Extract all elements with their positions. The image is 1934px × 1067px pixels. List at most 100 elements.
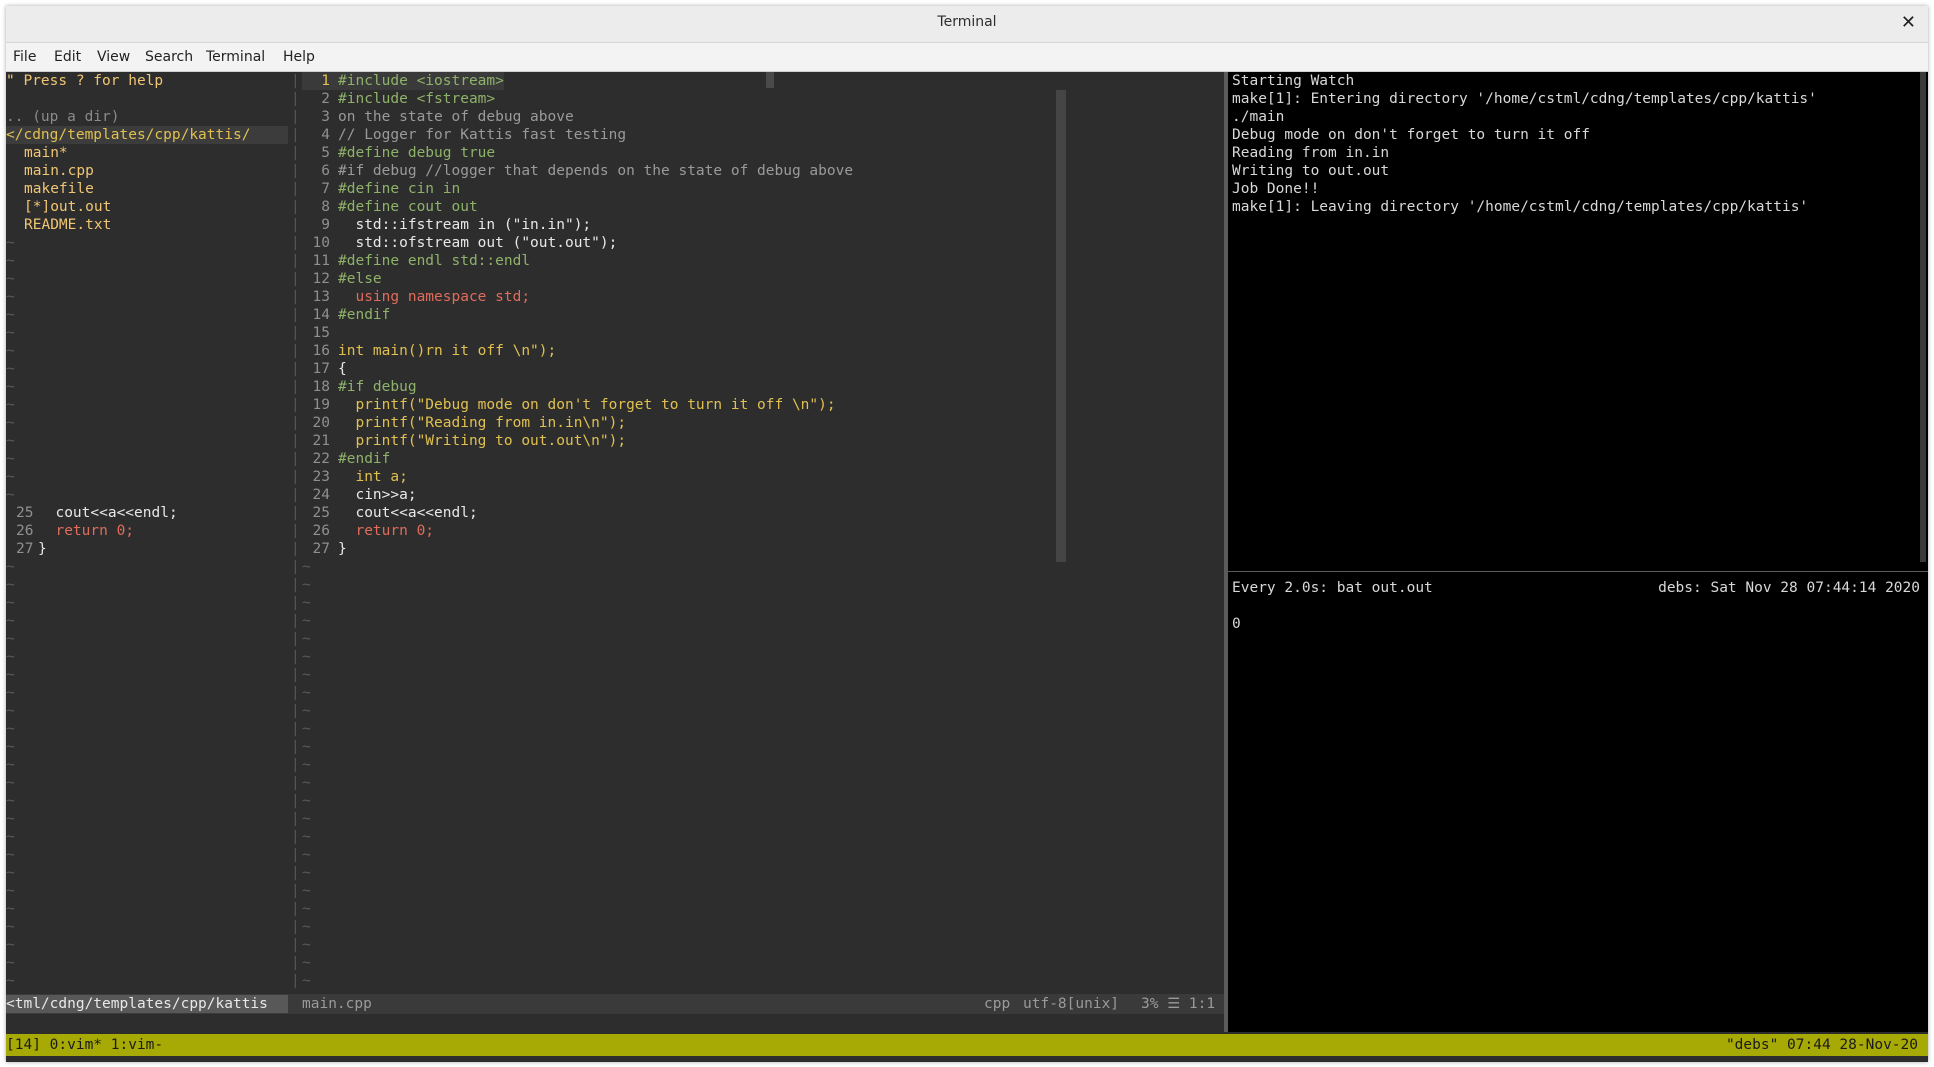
code-line[interactable]: 8 #define cout out [302,198,477,216]
code-line[interactable]: 2 #include <fstream> [302,90,495,108]
empty-line-marker: ~ [6,397,15,413]
title-bar[interactable]: Terminal ✕ [6,6,1928,43]
menu-view[interactable]: View [97,49,130,65]
code-line[interactable]: 1 #include <iostream> [302,72,504,90]
empty-line-marker: ~ [302,955,311,971]
code-line[interactable]: 17 { [302,360,347,378]
empty-line-marker: ~ [302,847,311,863]
menu-edit[interactable]: Edit [54,49,81,65]
code-text: printf("Debug mode on don't forget to tu… [338,397,836,413]
empty-line-marker: ~ [6,361,15,377]
empty-line-marker: ~ [302,811,311,827]
code-line[interactable]: 27} [302,540,347,558]
empty-line-marker: ~ [6,559,15,575]
code-line[interactable]: 25 cout<<a<<endl; [302,504,478,522]
line-number: 21 [312,433,330,449]
watch-scrollbar[interactable] [1920,72,1926,562]
code-line[interactable]: 10 std::ofstream out ("out.out"); [302,234,618,252]
separator-bar: | [291,325,300,341]
preview-line-27: 27} [16,541,47,557]
tree-current-dir[interactable]: </cdng/templates/cpp/kattis/ [6,126,288,144]
tree-file-readme[interactable]: README.txt [24,216,111,234]
code-line[interactable]: 20 printf("Reading from in.in\n"); [302,414,627,432]
empty-line-marker: ~ [6,289,15,305]
separator-bar: | [291,865,300,881]
separator-bar: | [291,793,300,809]
line-number: 25 [312,505,330,521]
watch-log-line: Reading from in.in [1232,145,1390,161]
code-line[interactable]: 13 using namespace std; [302,288,531,306]
empty-line-marker: ~ [302,685,311,701]
code-line[interactable]: 7 #define cin in [302,180,460,198]
separator-bar: | [291,361,300,377]
code-line[interactable]: 6 #if debug //logger that depends on the … [302,162,853,180]
file-tree-pane[interactable]: " Press ? for help .. (up a dir) </cdng/… [6,72,288,992]
menu-search[interactable]: Search [145,49,193,65]
empty-line-marker: ~ [302,631,311,647]
code-line[interactable]: 16 int main()rn it off \n"); [302,342,557,360]
code-line[interactable]: 23 int a; [302,468,408,486]
menu-help[interactable]: Help [283,49,315,65]
tmux-windows[interactable]: [14] 0:vim* 1:vim- [6,1036,163,1054]
watch-pane[interactable]: Starting Watch make[1]: Entering director… [1228,72,1928,1032]
pane-separator: | | | | | | | | | | | | | | | | | | | | | | | | | | | | | | | | | | | | | | | |… [289,72,301,992]
code-line[interactable]: 4 // Logger for Kattis fast testing [302,126,626,144]
tree-file-out[interactable]: [*]out.out [24,198,111,216]
code-line[interactable]: 5 #define debug true [302,144,495,162]
watch-log-line: make[1]: Leaving directory '/home/cstml/… [1232,199,1809,215]
empty-line-marker: ~ [6,469,15,485]
separator-bar: | [291,271,300,287]
menu-terminal[interactable]: Terminal [206,49,265,65]
separator-bar: | [291,919,300,935]
code-line[interactable]: 15 [302,324,338,342]
code-text: // Logger for Kattis fast testing [338,127,627,143]
separator-bar: | [291,847,300,863]
code-line[interactable]: 9 std::ifstream in ("in.in"); [302,216,591,234]
code-text: printf("Reading from in.in\n"); [338,415,627,431]
empty-line-marker: ~ [6,415,15,431]
line-number: 24 [312,487,330,503]
separator-bar: | [291,415,300,431]
empty-line-marker: ~ [302,973,311,989]
code-line[interactable]: 11 #define endl std::endl [302,252,531,270]
code-line[interactable]: 3 on the state of debug above [302,108,573,126]
code-line[interactable]: 24 cin>>a; [302,486,417,504]
separator-bar: | [291,217,300,233]
code-text: std::ifstream in ("in.in"); [338,217,592,233]
editor-scrollbar[interactable] [1056,90,1066,562]
line-number: 1 [321,73,330,89]
line-number: 3 [321,109,330,125]
code-line[interactable]: 14 #endif [302,306,391,324]
code-text: #define debug true [338,145,496,161]
line-number: 16 [312,343,330,359]
close-icon[interactable]: ✕ [1901,12,1916,33]
code-line[interactable]: 21 printf("Writing to out.out\n"); [302,432,627,450]
code-line[interactable]: 12 #else [302,270,382,288]
tree-file-makefile[interactable]: makefile [24,180,94,198]
separator-bar: | [291,649,300,665]
window-title: Terminal [937,14,997,30]
separator-bar: | [291,811,300,827]
separator-bar: | [291,307,300,323]
code-line[interactable]: 26 return 0; [302,522,435,540]
line-number: 6 [321,163,330,179]
menu-file[interactable]: File [13,49,36,65]
empty-line-marker: ~ [302,883,311,899]
empty-line-marker: ~ [6,631,15,647]
empty-line-marker: ~ [6,271,15,287]
line-number: 23 [312,469,330,485]
code-line[interactable]: 22 #endif [302,450,391,468]
line-number: 26 [312,523,330,539]
separator-bar: | [291,469,300,485]
code-line[interactable]: 19 printf("Debug mode on don't forget to… [302,396,836,414]
terminal-area[interactable]: " Press ? for help .. (up a dir) </cdng/… [6,72,1928,1062]
watch-log-line: Starting Watch [1232,73,1355,89]
tree-file-main-cpp[interactable]: main.cpp [24,162,94,180]
separator-bar: | [291,181,300,197]
line-number: 20 [312,415,330,431]
separator-bar: | [291,829,300,845]
tree-up-dir[interactable]: .. (up a dir) [6,108,120,126]
code-line[interactable]: 18 #if debug [302,378,417,396]
tree-file-main-binary[interactable]: main* [24,144,68,162]
editor-pane[interactable]: 1 #include <iostream> 2 #include <fstream> 3… [302,72,1224,992]
